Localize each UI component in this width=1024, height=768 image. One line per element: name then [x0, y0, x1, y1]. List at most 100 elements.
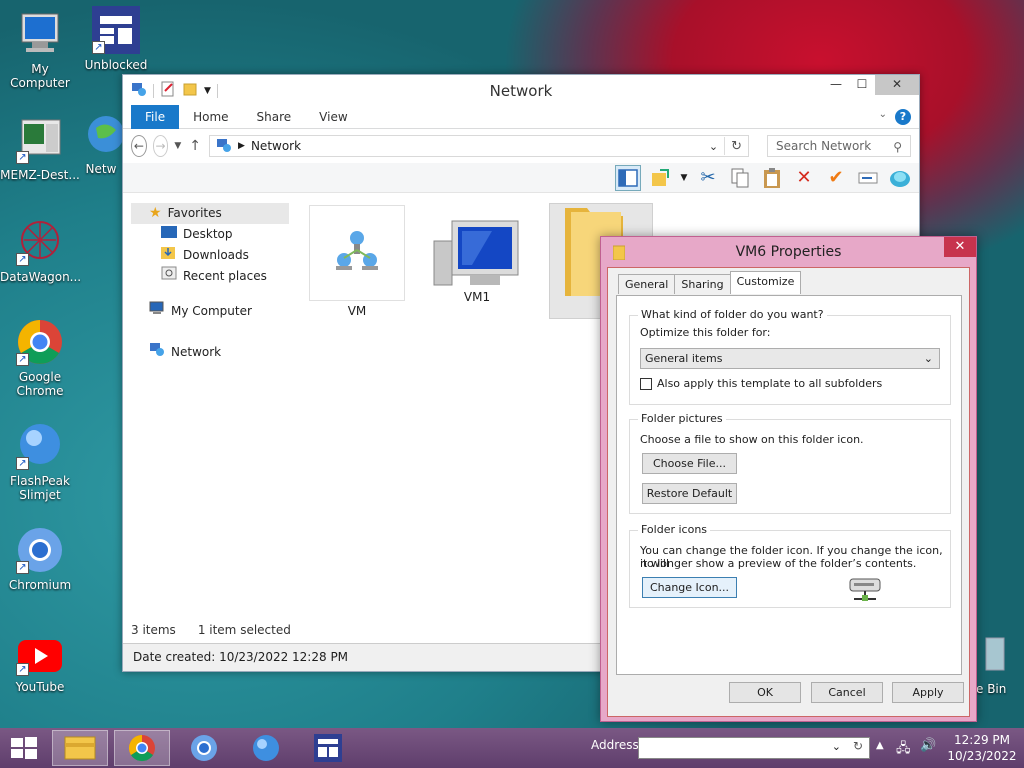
nav-label: Network: [171, 345, 222, 359]
folder-icons-group: Folder icons You can change the folder i…: [629, 523, 951, 608]
taskbar-unblocked[interactable]: [300, 730, 356, 766]
nav-item-my-computer[interactable]: My Computer: [131, 301, 289, 322]
chevron-down-icon[interactable]: ⌄: [832, 740, 841, 753]
nav-item-network[interactable]: Network: [131, 342, 289, 363]
desktop-icon-recycle-bin[interactable]: e Bin: [970, 632, 1020, 696]
maximize-button[interactable]: ☐: [849, 75, 875, 95]
tab-file[interactable]: File: [131, 104, 180, 129]
apply-button[interactable]: Apply: [892, 682, 964, 703]
preview-pane-icon[interactable]: [615, 164, 641, 191]
copy-icon[interactable]: [727, 165, 753, 191]
delete-icon[interactable]: ✕: [791, 165, 817, 191]
optimize-label: Optimize this folder for:: [640, 326, 771, 339]
folder-pictures-group: Folder pictures Choose a file to show on…: [629, 412, 951, 514]
address-bar[interactable]: ▶ Network ⌄ ↻: [209, 135, 750, 157]
start-button[interactable]: [0, 730, 48, 766]
taskbar-slimjet[interactable]: [238, 730, 294, 766]
tab-home[interactable]: Home: [179, 105, 242, 129]
desktop-icon-my-computer[interactable]: My Computer: [0, 10, 80, 90]
search-input[interactable]: Search Network ⚲: [767, 135, 911, 157]
desktop-icon-memz[interactable]: ↗ MEMZ-Dest...: [0, 116, 80, 182]
network-share-icon: [332, 226, 382, 276]
group-legend: Folder pictures: [638, 412, 726, 425]
dialog-close-button[interactable]: ✕: [944, 237, 976, 257]
nav-item-recent-places[interactable]: Recent places: [131, 266, 289, 287]
desktop-icon-label: Google Chrome: [16, 370, 64, 398]
taskbar-file-explorer[interactable]: [52, 730, 108, 766]
network-item-vm1[interactable]: VM1: [429, 205, 525, 304]
network-status-icon[interactable]: 🖧: [896, 739, 911, 761]
nav-item-desktop[interactable]: Desktop: [131, 224, 289, 245]
desktop-icon-chromium[interactable]: ↗ Chromium: [0, 526, 80, 592]
refresh-icon[interactable]: ↻: [853, 739, 863, 753]
taskbar-chromium[interactable]: [176, 730, 232, 766]
desktop-icon-label: MEMZ-Dest...: [0, 168, 80, 182]
chromium-icon: ↗: [16, 526, 64, 574]
tab-share[interactable]: Share: [243, 105, 306, 129]
expand-ribbon-icon[interactable]: ⌄: [879, 109, 887, 120]
desktop-icon-network[interactable]: Netw: [78, 110, 124, 176]
slimjet-icon: ↗: [16, 422, 64, 470]
tab-customize[interactable]: Customize: [729, 271, 802, 294]
computer-icon: [16, 10, 64, 58]
nav-item-favorites[interactable]: ★ Favorites: [131, 203, 289, 224]
cut-icon[interactable]: ✂: [695, 165, 721, 191]
change-icon-button[interactable]: Change Icon...: [642, 577, 737, 598]
chevron-down-icon[interactable]: ▼: [679, 165, 689, 191]
choose-file-button[interactable]: Choose File...: [642, 453, 737, 474]
checkmark-icon[interactable]: ✔: [823, 165, 849, 191]
desktop-icon-flashpeak-slimjet[interactable]: ↗ FlashPeak Slimjet: [0, 422, 80, 502]
desktop-icon-label: DataWagon...: [0, 270, 82, 284]
ok-button[interactable]: OK: [729, 682, 801, 703]
address-dropdown-icon[interactable]: ⌄: [709, 140, 718, 153]
desktop-icon-label: e Bin: [976, 682, 1007, 696]
shortcut-arrow-icon: ↗: [16, 663, 29, 676]
back-button[interactable]: ←: [131, 135, 147, 157]
tab-general[interactable]: General: [618, 274, 676, 294]
nav-item-downloads[interactable]: Downloads: [131, 245, 289, 266]
desktop-icon-google-chrome[interactable]: ↗ Google Chrome: [0, 318, 80, 398]
desktop-icon-datawagon[interactable]: ↗ DataWagon...: [0, 218, 82, 284]
volume-icon[interactable]: 🔊: [920, 738, 936, 753]
app-window-icon: ↗: [92, 6, 140, 54]
window-app-icon: ↗: [16, 116, 64, 164]
recent-locations-icon[interactable]: ▼: [174, 141, 181, 151]
tab-view[interactable]: View: [305, 105, 361, 129]
folder-properties-icon[interactable]: [647, 165, 673, 191]
forward-button[interactable]: →: [152, 135, 169, 157]
shortcut-arrow-icon: ↗: [16, 253, 29, 266]
chrome-icon: [128, 734, 155, 762]
clock[interactable]: 12:29 PM 10/23/2022: [946, 732, 1018, 764]
computer-icon: [149, 301, 165, 322]
apply-subfolders-checkbox[interactable]: Also apply this template to all subfolde…: [640, 377, 882, 390]
desktop-icon-unblocked[interactable]: ↗ Unblocked: [76, 6, 156, 72]
desktop-icon-youtube[interactable]: ↗ YouTube: [0, 636, 80, 694]
taskbar-address-input[interactable]: ⌄ ↻: [638, 737, 870, 759]
chevron-down-icon: ⌄: [923, 352, 933, 365]
globe-icon: [78, 110, 124, 158]
rename-icon[interactable]: [855, 165, 881, 191]
paste-icon[interactable]: [759, 165, 785, 191]
checkbox-label: Also apply this template to all subfolde…: [657, 377, 883, 390]
taskbar-chrome[interactable]: [114, 730, 170, 766]
breadcrumb[interactable]: Network: [251, 139, 301, 153]
checkbox-box[interactable]: [640, 377, 652, 390]
tab-sharing[interactable]: Sharing: [674, 274, 731, 294]
chrome-icon: ↗: [16, 318, 64, 366]
search-icon[interactable]: ⚲: [893, 137, 902, 157]
desktop-icon: [161, 224, 177, 245]
network-item-vm[interactable]: VM: [309, 205, 405, 318]
shell-icon[interactable]: [887, 165, 913, 191]
refresh-icon[interactable]: ↻: [731, 139, 742, 154]
minimize-button[interactable]: —: [823, 75, 849, 95]
desktop-icon-label: YouTube: [15, 680, 65, 694]
close-button[interactable]: ✕: [875, 75, 919, 95]
show-hidden-icons-icon[interactable]: ▲: [876, 740, 884, 751]
up-arrow-icon[interactable]: ↑: [189, 138, 201, 154]
desktop-icon-label: Netw: [85, 162, 117, 176]
optimize-select[interactable]: General items ⌄: [640, 348, 940, 369]
cancel-button[interactable]: Cancel: [811, 682, 883, 703]
restore-default-button[interactable]: Restore Default: [642, 483, 737, 504]
shortcut-arrow-icon: ↗: [16, 561, 29, 574]
help-icon[interactable]: ?: [895, 109, 911, 125]
